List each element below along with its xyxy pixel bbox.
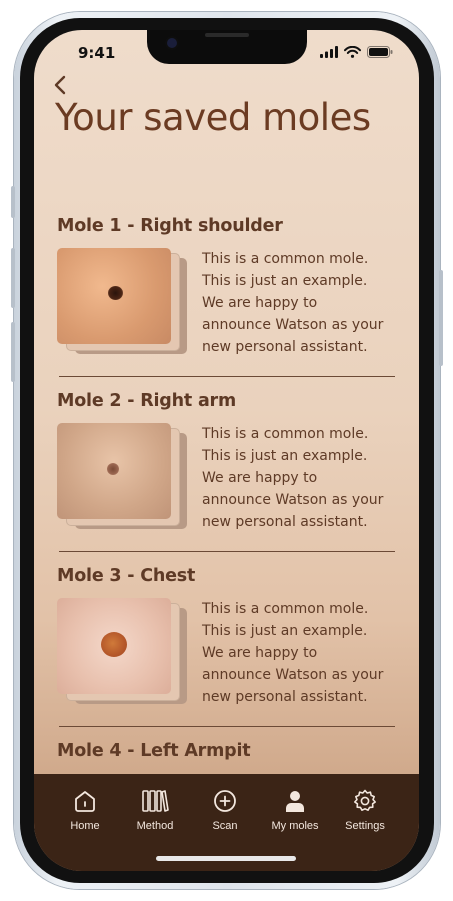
- tab-bar: Home Method Scan My moles Settings: [34, 774, 419, 871]
- gear-icon: [354, 789, 376, 811]
- home-indicator: [156, 856, 296, 861]
- mole-description: This is a common mole. This is just an e…: [202, 251, 384, 355]
- speaker: [205, 33, 249, 37]
- divider: [59, 551, 395, 552]
- volume-down-button: [11, 322, 15, 382]
- mole-title: Mole 4 - Left Armpit: [57, 741, 251, 761]
- mole-card[interactable]: Mole 2 - Right arm This is a common mole…: [57, 391, 397, 535]
- mole-title: Mole 2 - Right arm: [57, 391, 237, 411]
- books-icon: [142, 790, 169, 812]
- power-button: [439, 270, 443, 366]
- mole-description: This is a common mole. This is just an e…: [202, 601, 384, 705]
- status-time: 9:41: [78, 44, 116, 62]
- tab-method[interactable]: Method: [120, 788, 190, 832]
- tab-settings[interactable]: Settings: [330, 788, 400, 832]
- mole-card[interactable]: Mole 3 - Chest This is a common mole. Th…: [57, 566, 397, 710]
- home-icon: [75, 791, 95, 812]
- notch: [147, 30, 307, 64]
- mole-photo: [57, 598, 171, 694]
- mole-photo-stack[interactable]: [57, 423, 191, 529]
- mole-photo-stack[interactable]: [57, 248, 191, 354]
- camera-icon: [167, 38, 177, 48]
- page-title: Your saved moles: [55, 96, 371, 139]
- volume-up-button: [11, 248, 15, 308]
- mole-title: Mole 1 - Right shoulder: [57, 216, 283, 236]
- battery-icon: [367, 46, 393, 58]
- plus-circle-icon: [214, 790, 236, 812]
- signal-icon: [320, 46, 338, 58]
- person-icon: [286, 791, 304, 812]
- mole-description: This is a common mole. This is just an e…: [202, 426, 384, 530]
- mole-photo: [57, 248, 171, 344]
- screen: 9:41 Your saved moles Mole 1 - Right sho…: [34, 30, 419, 871]
- tab-scan[interactable]: Scan: [190, 788, 260, 832]
- wifi-icon: [344, 46, 361, 58]
- mole-card[interactable]: Mole 1 - Right shoulder This is a common…: [57, 216, 397, 360]
- tab-home[interactable]: Home: [50, 788, 120, 832]
- mole-photo-stack[interactable]: [57, 598, 191, 704]
- status-icons: [320, 46, 393, 58]
- mole-title: Mole 3 - Chest: [57, 566, 196, 586]
- mute-switch: [11, 186, 15, 218]
- tab-my-moles[interactable]: My moles: [260, 788, 330, 832]
- mole-card[interactable]: Mole 4 - Left Armpit: [57, 741, 397, 761]
- mole-photo: [57, 423, 171, 519]
- divider: [59, 376, 395, 377]
- divider: [59, 726, 395, 727]
